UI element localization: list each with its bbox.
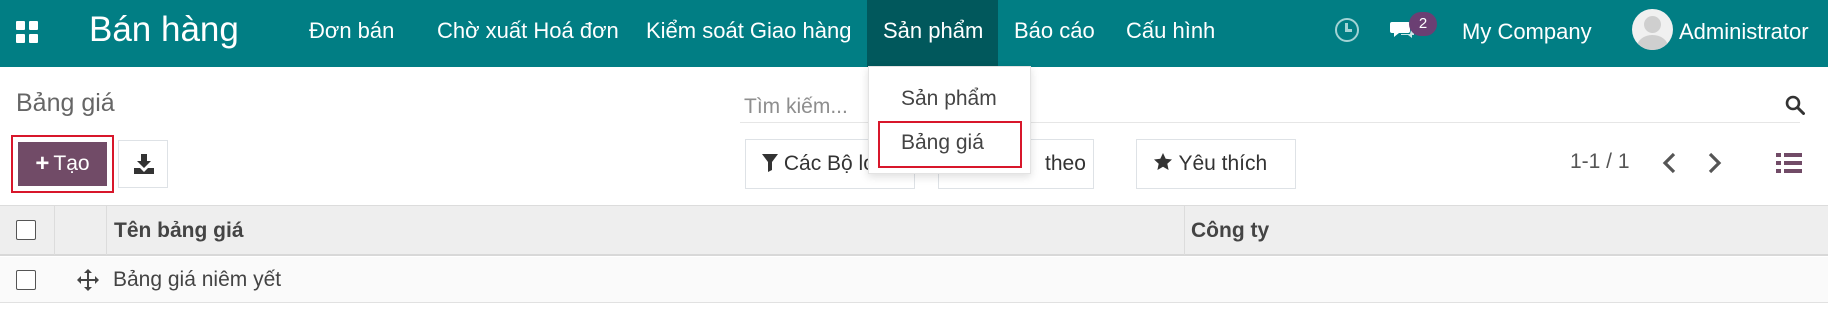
pager-value[interactable]: 1-1 / 1 [1570, 150, 1630, 174]
download-icon [134, 154, 154, 174]
create-button-label: Tạo [53, 152, 90, 175]
search-icon[interactable] [1785, 95, 1805, 115]
menu-item-delivery-control[interactable]: Kiểm soát Giao hàng [646, 0, 851, 67]
table-row[interactable]: Bảng giá niêm yết [0, 257, 1828, 303]
messages-count-badge: 2 [1409, 12, 1437, 36]
menu-item-orders[interactable]: Đơn bán [309, 0, 394, 67]
column-separator [54, 206, 55, 255]
clock-icon[interactable] [1335, 18, 1359, 42]
dropdown-item-pricelists[interactable]: Bảng giá [901, 131, 984, 155]
group-by-label: theo [1045, 152, 1086, 175]
favorites-button[interactable]: Yêu thích [1136, 139, 1296, 189]
column-header-company[interactable]: Công ty [1191, 206, 1269, 255]
filter-icon [762, 154, 778, 172]
select-all-checkbox[interactable] [16, 220, 36, 240]
apps-grid-icon[interactable] [16, 21, 38, 43]
menu-item-products[interactable]: Sản phẩm [867, 0, 998, 67]
create-button-highlight: + Tạo [11, 135, 114, 193]
company-switcher[interactable]: My Company [1462, 19, 1592, 45]
column-separator [106, 206, 107, 255]
star-icon [1154, 153, 1172, 170]
menu-item-reports[interactable]: Báo cáo [1014, 0, 1095, 67]
table-header: Tên bảng giá Công ty [0, 205, 1828, 256]
plus-icon: + [35, 150, 50, 177]
menu-item-configuration[interactable]: Cấu hình [1126, 0, 1215, 67]
top-navbar: Bán hàng Đơn bán Chờ xuất Hoá đơn Kiểm s… [0, 0, 1828, 67]
list-view-icon[interactable] [1776, 152, 1802, 174]
breadcrumb: Bảng giá [16, 89, 115, 117]
column-separator [1184, 206, 1185, 255]
chevron-right-icon[interactable] [1704, 151, 1724, 175]
dropdown-item-products[interactable]: Sản phẩm [901, 87, 997, 111]
download-button[interactable] [118, 140, 168, 188]
create-button[interactable]: + Tạo [18, 142, 107, 186]
pricelist-name-cell: Bảng giá niêm yết [113, 268, 282, 291]
drag-handle-icon[interactable] [76, 268, 100, 292]
user-menu[interactable]: Administrator [1679, 19, 1809, 45]
column-header-pricelist-name[interactable]: Tên bảng giá [114, 206, 244, 255]
menu-item-to-invoice[interactable]: Chờ xuất Hoá đơn [437, 0, 619, 67]
app-title[interactable]: Bán hàng [89, 10, 239, 50]
chevron-left-icon[interactable] [1660, 151, 1680, 175]
avatar[interactable] [1632, 9, 1673, 50]
row-checkbox[interactable] [16, 270, 36, 290]
products-dropdown-menu: Sản phẩm Bảng giá [868, 66, 1031, 174]
favorites-label: Yêu thích [1178, 152, 1268, 175]
